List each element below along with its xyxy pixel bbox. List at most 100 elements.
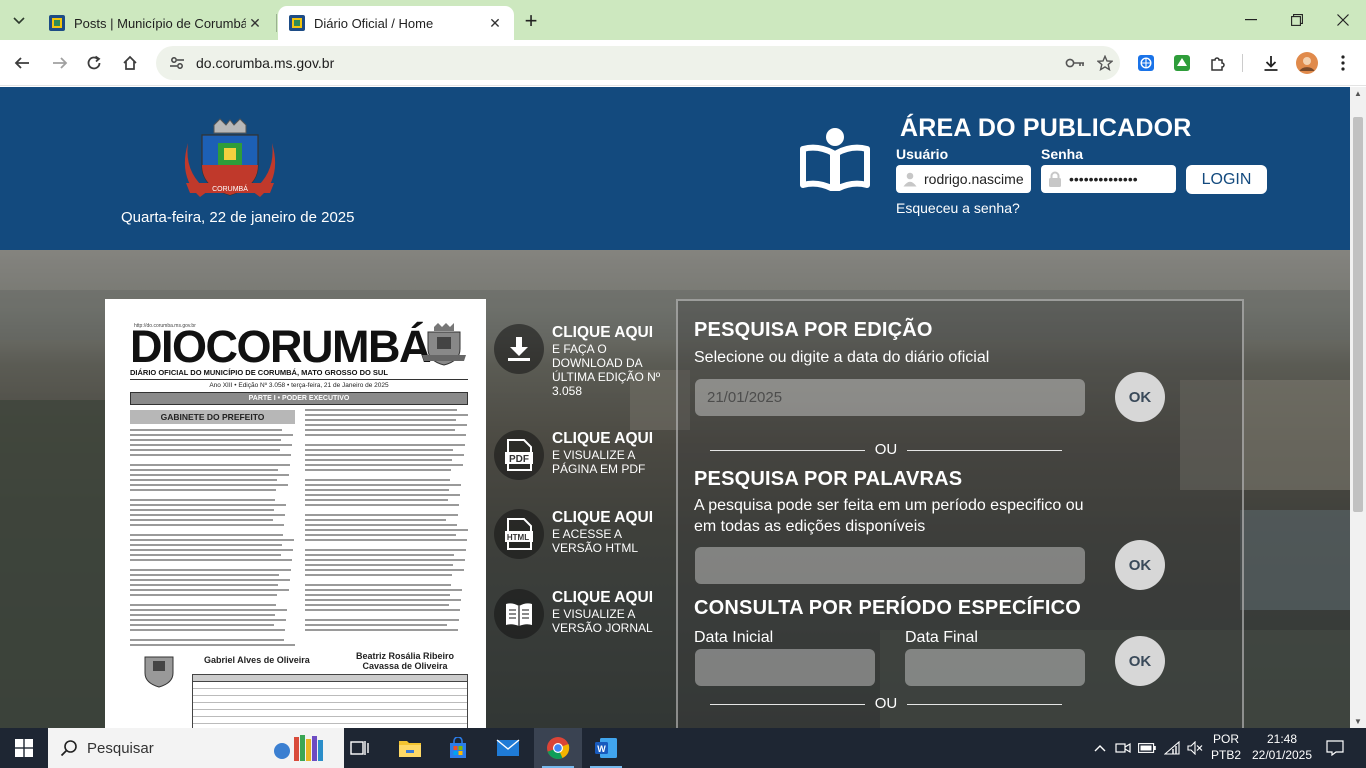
input-language-indicator[interactable]: POR PTB2 (1210, 731, 1242, 763)
downloads-button[interactable] (1259, 51, 1283, 75)
tab-posts[interactable]: Posts | Município de Corumbá ✕ (38, 6, 274, 40)
text-line (305, 409, 457, 411)
show-hidden-icons-button[interactable] (1090, 728, 1110, 768)
pdf-icon: PDF (505, 439, 533, 471)
password-key-button[interactable] (1060, 57, 1090, 69)
file-explorer-app[interactable] (386, 728, 434, 768)
browser-menu-button[interactable] (1331, 51, 1355, 75)
corumba-crest-logo: CORUMBÁ (184, 118, 276, 197)
text-line (130, 469, 278, 471)
notifications-button[interactable] (1320, 728, 1350, 768)
scroll-down-arrow-icon[interactable]: ▼ (1353, 717, 1363, 726)
word-app[interactable]: W (582, 728, 630, 768)
home-button[interactable] (116, 49, 144, 77)
text-line (130, 534, 283, 536)
text-line (130, 614, 275, 616)
clock-time: 21:48 (1266, 732, 1298, 746)
language-code: POR (1212, 732, 1239, 746)
end-date-input[interactable] (905, 649, 1085, 686)
text-line (305, 519, 446, 521)
mail-app[interactable] (484, 728, 532, 768)
password-field[interactable]: •••••••••••••• (1041, 165, 1176, 193)
extension-button[interactable] (1170, 51, 1194, 75)
avatar-icon (1296, 52, 1318, 74)
url-text[interactable]: do.corumba.ms.gov.br (196, 55, 1060, 71)
meet-now-button[interactable] (1113, 728, 1133, 768)
edition-date-input[interactable]: 21/01/2025 (695, 379, 1085, 416)
secretaries-table (192, 674, 468, 728)
network-status[interactable] (1162, 728, 1182, 768)
text-line (305, 529, 468, 531)
edition-search-ok-button[interactable]: OK (1115, 372, 1165, 422)
close-tab-icon[interactable]: ✕ (246, 14, 264, 32)
text-line (130, 619, 286, 621)
tab-title: Diário Oficial / Home (314, 15, 434, 31)
wifi-icon (1164, 741, 1180, 755)
close-tab-icon[interactable]: ✕ (486, 14, 504, 32)
start-date-input[interactable] (695, 649, 875, 686)
restore-icon (1291, 14, 1303, 26)
keyword-search-title: PESQUISA POR PALAVRAS (694, 468, 963, 490)
green-extension-icon (1174, 55, 1190, 71)
microsoft-store-app[interactable] (434, 728, 482, 768)
text-line (305, 564, 453, 566)
tab-strip: Posts | Município de Corumbá ✕ Diário Of… (0, 0, 1366, 40)
text-line (305, 584, 451, 586)
tab-diario-oficial[interactable]: Diário Oficial / Home ✕ (278, 6, 514, 40)
bookmark-star-button[interactable] (1090, 55, 1120, 71)
taskbar-search[interactable]: Pesquisar (48, 728, 344, 768)
login-button[interactable]: LOGIN (1186, 165, 1267, 194)
mail-icon (496, 739, 520, 756)
translate-extension-icon (1138, 55, 1154, 71)
action-description: e acesse a versão HTML (552, 527, 639, 555)
forgot-password-link[interactable]: Esqueceu a senha? (896, 200, 1020, 216)
keyword-search-input[interactable] (695, 547, 1085, 584)
task-view-button[interactable] (336, 728, 384, 768)
text-line (305, 499, 448, 501)
chrome-app[interactable] (534, 728, 582, 768)
scrollbar-thumb[interactable] (1353, 117, 1363, 512)
close-window-button[interactable] (1320, 0, 1366, 40)
text-line (130, 569, 291, 571)
text-line (305, 489, 449, 491)
book-reader-icon (800, 128, 870, 191)
clock-date: 22/01/2025 (1251, 748, 1313, 762)
username-field[interactable]: rodrigo.nascime (896, 165, 1031, 193)
battery-status[interactable] (1137, 728, 1157, 768)
chevron-up-icon (1094, 745, 1106, 752)
page-scrollbar[interactable]: ▲ ▼ (1350, 87, 1366, 728)
text-line (130, 464, 290, 466)
forward-button[interactable] (46, 49, 74, 77)
text-line (130, 609, 287, 611)
restore-button[interactable] (1274, 0, 1320, 40)
password-label: Senha (1041, 146, 1084, 162)
system-clock[interactable]: 21:48 22/01/2025 (1244, 731, 1320, 763)
minimize-button[interactable] (1228, 0, 1274, 40)
text-line (130, 624, 274, 626)
start-button[interactable] (0, 728, 48, 768)
extensions-menu-button[interactable] (1206, 51, 1230, 75)
text-line (130, 539, 294, 541)
site-info-button[interactable] (160, 55, 194, 71)
text-line (305, 454, 464, 456)
notification-icon (1326, 740, 1344, 756)
volume-status[interactable] (1185, 728, 1205, 768)
text-line (305, 419, 456, 421)
reload-button[interactable] (80, 49, 108, 77)
lock-icon (1049, 171, 1061, 187)
tab-search-button[interactable] (6, 8, 32, 34)
text-line (130, 639, 284, 641)
latest-edition-preview[interactable]: http://do.corumba.ms.gov.br DIOCORUMBÁ D… (105, 299, 486, 728)
new-tab-button[interactable]: + (518, 8, 544, 34)
keyword-search-ok-button[interactable]: OK (1115, 540, 1165, 590)
back-button[interactable] (8, 49, 36, 77)
text-line (305, 624, 447, 626)
text-line (130, 444, 292, 446)
profile-avatar-button[interactable] (1295, 51, 1319, 75)
extension-button[interactable] (1134, 51, 1158, 75)
period-search-ok-button[interactable]: OK (1115, 636, 1165, 686)
address-bar[interactable]: do.corumba.ms.gov.br (156, 46, 1120, 80)
scroll-up-arrow-icon[interactable]: ▲ (1353, 89, 1363, 98)
text-line (130, 574, 279, 576)
chevron-down-icon (13, 17, 25, 25)
